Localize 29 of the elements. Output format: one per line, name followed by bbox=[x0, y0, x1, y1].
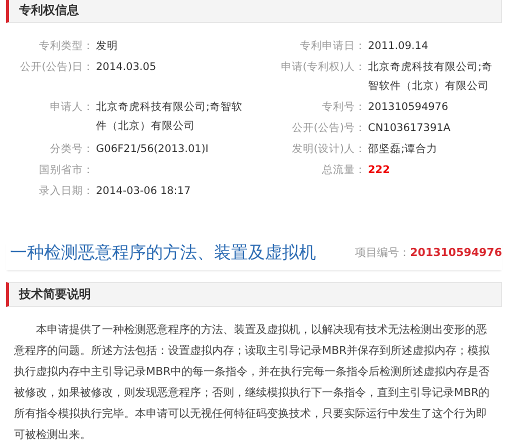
field-label: 专利类型： bbox=[38, 39, 94, 54]
field-label: 发明(设计)人： bbox=[290, 142, 366, 157]
field-label: 申请人： bbox=[49, 100, 94, 115]
field-label: 分类号： bbox=[49, 142, 94, 157]
field-label: 公开(公告)日： bbox=[18, 60, 94, 75]
field-value: 邵坚磊;谭合力 bbox=[367, 142, 438, 157]
section-header: 专利权信息 bbox=[6, 0, 502, 23]
field-value: 2014-03-06 18:17 bbox=[95, 184, 191, 199]
field-label: 录入日期： bbox=[38, 184, 94, 199]
field-value: 201310594976 bbox=[367, 100, 448, 115]
field-value: 2014.03.05 bbox=[95, 60, 156, 75]
patent-title: 一种检测恶意程序的方法、装置及虚拟机 bbox=[10, 242, 316, 264]
field-label: 总流量： bbox=[321, 163, 366, 178]
field-value: 2011.09.14 bbox=[367, 39, 428, 54]
summary-paragraph: 本申请提供了一种检测恶意程序的方法、装置及虚拟机，以解决现有技术无法检测出变形的恶意程序的问题。所述方法包括：设置虚拟内存；读取主引导记录MBR并保存到所述虚拟内存；模拟执行虚拟内存中主引导记录MBR中的每一条指令，并在执行完每一条指令后检测所述虚拟内存是否被修改，如果被修改，则发现恶意程序；否则，继续模拟执行下一条指令，直到主引导记录MBR的所有指令模拟执行完毕。本申请可以无视任何特征码变换技术，只要实际运行中发生了这个行为即可被检测出来。 bbox=[14, 322, 491, 443]
field-value: CN103617391A bbox=[367, 121, 450, 136]
project-number: 201310594976 bbox=[410, 246, 502, 259]
field-label: 国别省市： bbox=[38, 163, 94, 178]
field-value: 北京奇虎科技有限公司;奇智软件（北京）有限公司 bbox=[367, 60, 494, 94]
field-label: 申请(专利权)人： bbox=[280, 60, 366, 75]
field-label: 专利号： bbox=[321, 100, 366, 115]
field-label: 公开(公告)号： bbox=[290, 121, 366, 136]
field-value: 北京奇虎科技有限公司;奇智软件（北京）有限公司 bbox=[95, 100, 244, 134]
project-label: 项目编号： bbox=[355, 245, 410, 260]
field-value: G06F21/56(2013.01)I bbox=[95, 142, 209, 157]
field-value: 发明 bbox=[95, 39, 118, 54]
field-label: 专利申请日： bbox=[299, 39, 366, 54]
field-value: 222 bbox=[367, 163, 390, 178]
section-header: 技术简要说明 bbox=[6, 282, 502, 307]
